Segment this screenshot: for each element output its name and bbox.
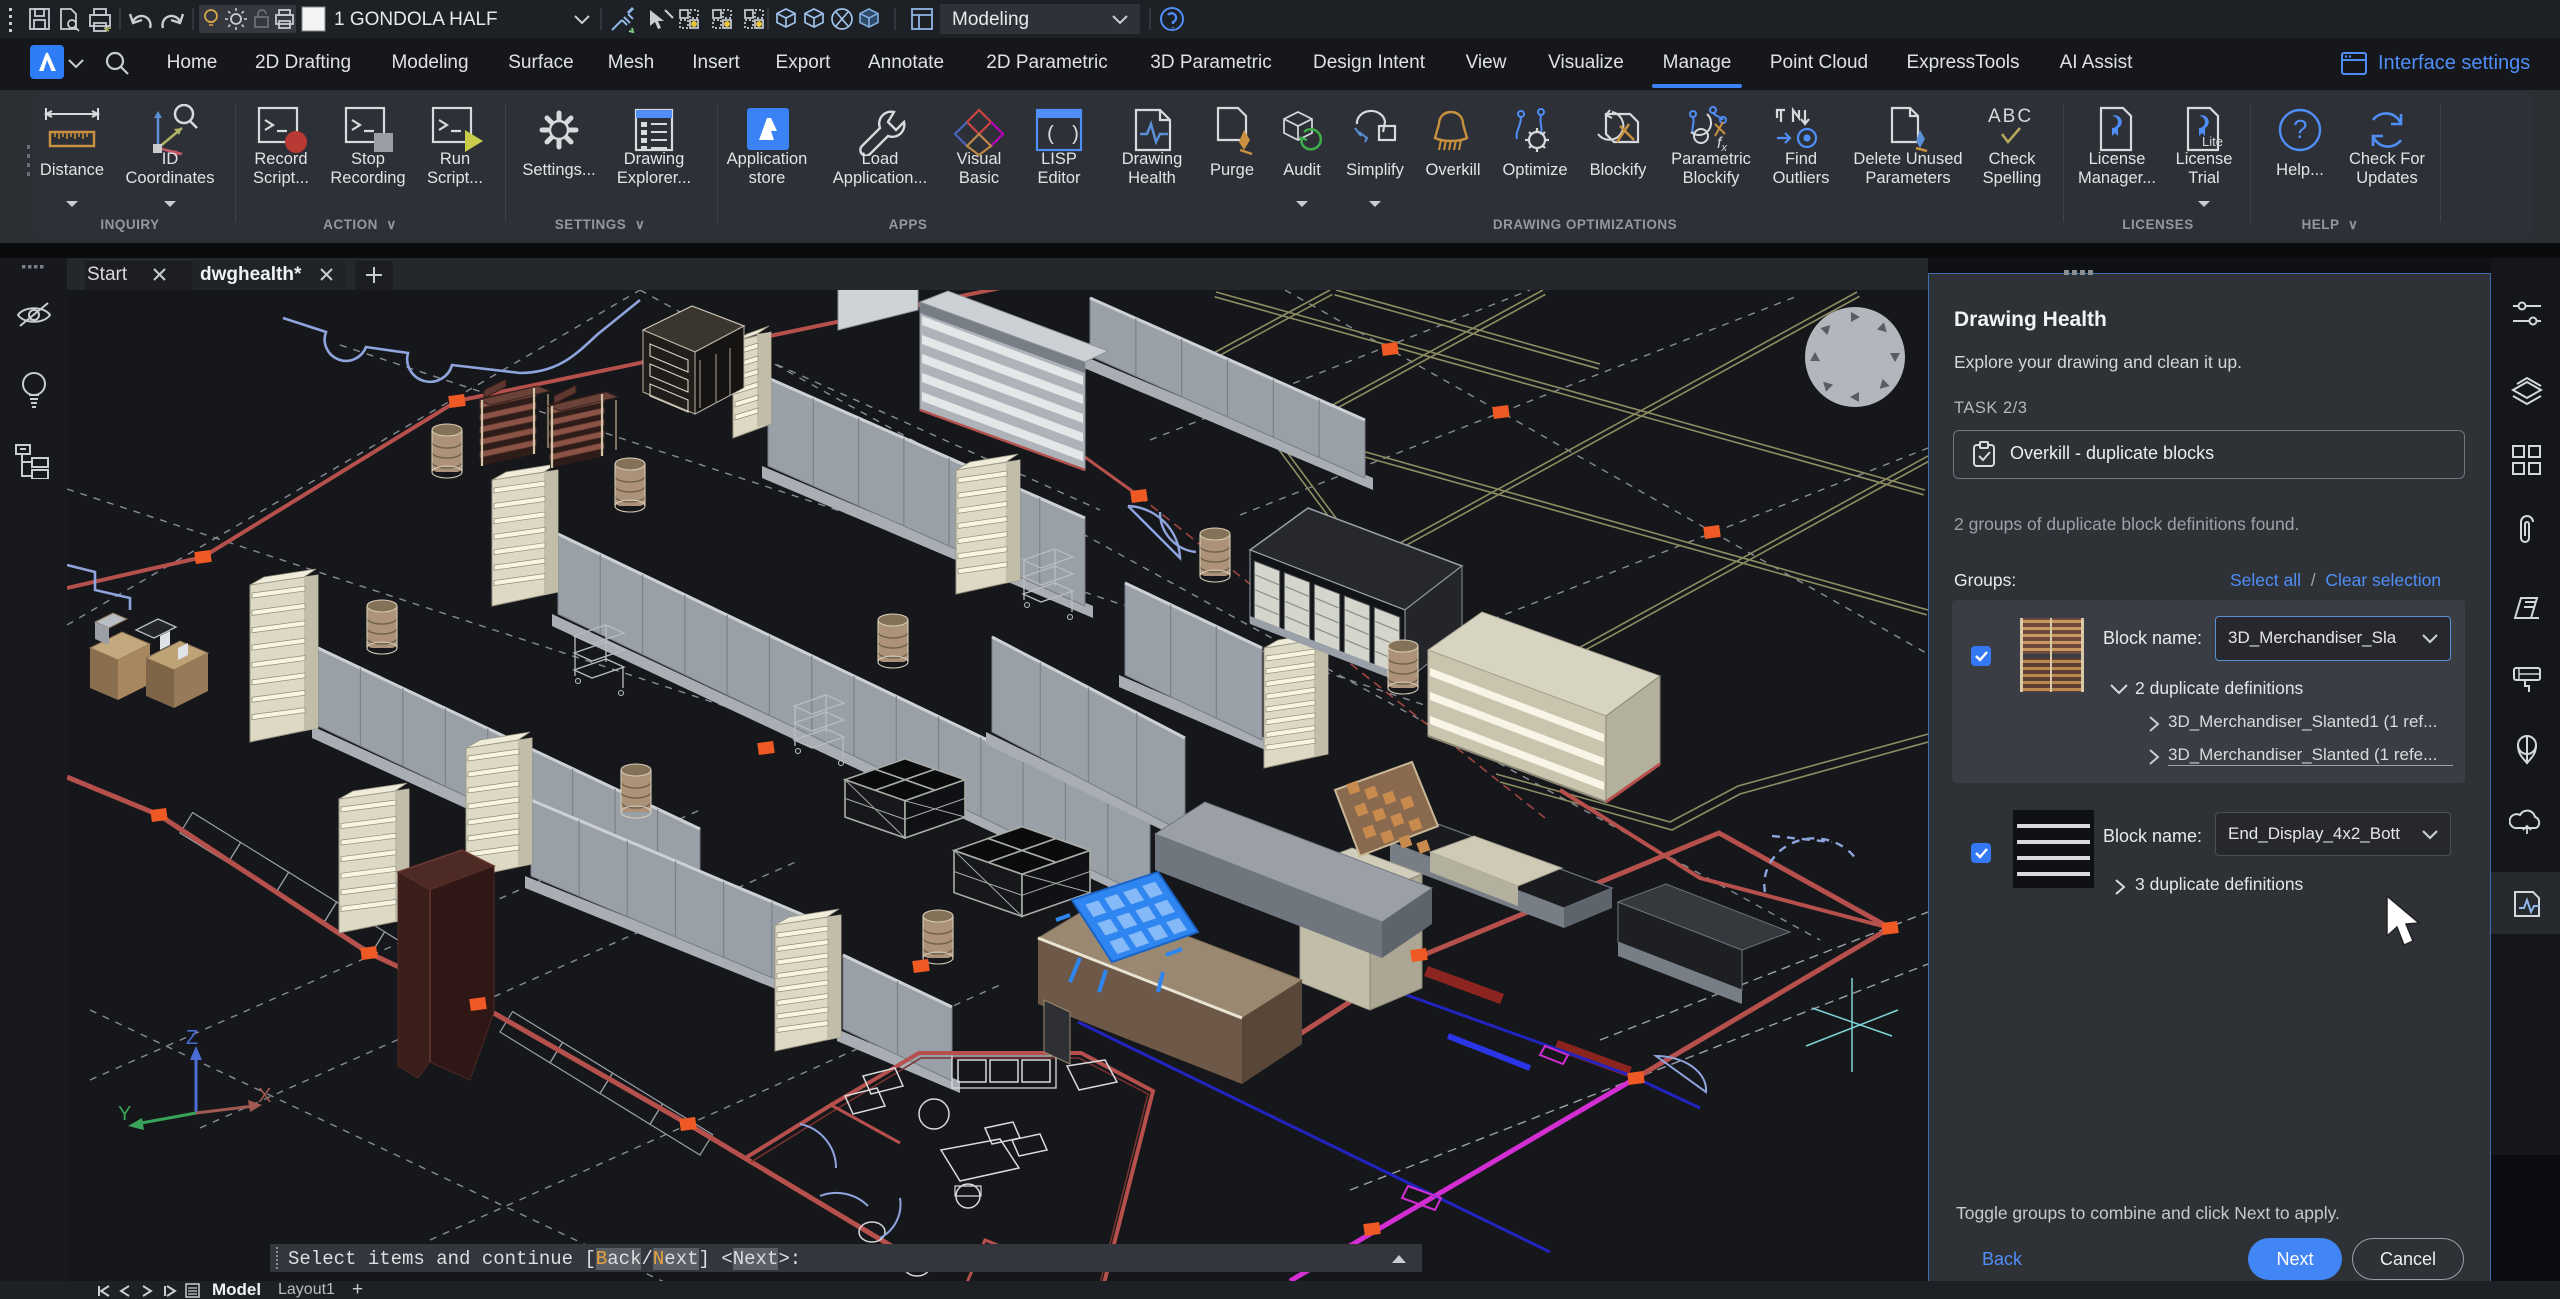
svg-text:Z: Z	[186, 1027, 198, 1049]
svg-text:Lite: Lite	[2202, 134, 2223, 149]
svg-text:Y: Y	[118, 1103, 131, 1125]
svg-text:( ): ( )	[1045, 124, 1081, 147]
svg-text:?: ?	[2293, 114, 2307, 144]
svg-text:X: X	[258, 1085, 271, 1107]
svg-text:1 GONDOLA HALF: 1 GONDOLA HALF	[334, 9, 498, 30]
svg-text:Modeling: Modeling	[952, 9, 1029, 30]
svg-text:ABC: ABC	[1988, 106, 2033, 127]
